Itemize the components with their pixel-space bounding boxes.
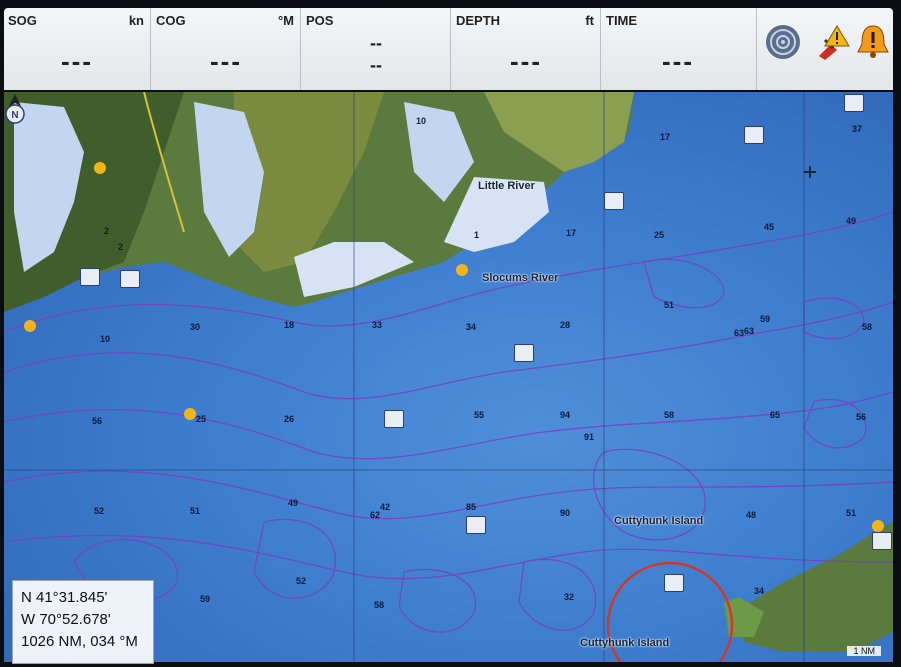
depth-sounding: 94: [560, 410, 571, 420]
svg-text:N: N: [11, 110, 18, 121]
pos-line1: --: [370, 33, 382, 53]
status-icons: [756, 8, 894, 90]
depth-sounding: 10: [100, 334, 111, 344]
depth-sounding: 34: [754, 586, 765, 596]
chart-symbol-marker[interactable]: [604, 192, 624, 210]
depth-value: ---: [510, 46, 542, 76]
chartplotter-screen: SOG kn --- COG °M --- POS -- -- DEPTH ft…: [0, 0, 901, 667]
chart-symbol-marker[interactable]: [120, 270, 140, 288]
anchorage-icon[interactable]: [184, 408, 196, 420]
depth-sounding: 34: [466, 322, 477, 332]
time-field[interactable]: TIME ---: [602, 8, 754, 90]
alarm-warning-icon[interactable]: [813, 22, 853, 62]
depth-sounding: 10: [416, 116, 427, 126]
depth-sounding: 90: [560, 508, 571, 518]
cog-unit: °M: [277, 13, 294, 28]
chart-symbol-marker[interactable]: [872, 532, 892, 550]
sog-label: SOG: [8, 13, 37, 28]
north-up-icon[interactable]: N: [4, 92, 26, 126]
depth-sounding: 63: [744, 326, 755, 336]
depth-sounding: 25: [196, 414, 207, 424]
depth-sounding: 49: [846, 216, 857, 226]
chart-symbol-marker[interactable]: [664, 574, 684, 592]
place-slocums-river[interactable]: Slocums River: [482, 272, 558, 284]
chart-symbol-marker[interactable]: [80, 268, 100, 286]
pos-line2: --: [370, 55, 382, 75]
anchorage-icon[interactable]: [872, 520, 884, 532]
depth-sounding: 52: [296, 576, 307, 586]
anchorage-icon[interactable]: [456, 264, 468, 276]
depth-sounding: 17: [566, 228, 577, 238]
depth-sounding: 59: [200, 594, 211, 604]
place-cuttyhunk-island-2[interactable]: Cuttyhunk Island: [580, 637, 669, 649]
place-little-river[interactable]: Little River: [478, 180, 535, 192]
pos-value: -- --: [302, 32, 450, 76]
depth-sounding: 42: [380, 502, 391, 512]
depth-sounding: 49: [288, 498, 299, 508]
cog-value: ---: [210, 46, 242, 76]
depth-sounding: 85: [466, 502, 477, 512]
depth-sounding: 18: [284, 320, 295, 330]
radar-icon[interactable]: [763, 22, 803, 62]
depth-sounding: 26: [284, 414, 295, 424]
chart-symbol-marker[interactable]: [514, 344, 534, 362]
anchorage-icon[interactable]: [24, 320, 36, 332]
cursor-longitude: W 70°52.678': [21, 611, 111, 628]
depth-sounding: 56: [856, 412, 867, 422]
sog-value: ---: [61, 46, 93, 76]
cursor-range-bearing: 1026 NM, 034 °M: [21, 633, 138, 650]
chart-symbol-marker[interactable]: [384, 410, 404, 428]
depth-sounding: 58: [664, 410, 675, 420]
depth-sounding: 51: [190, 506, 201, 516]
cog-field[interactable]: COG °M ---: [152, 8, 301, 90]
depth-sounding: 17: [660, 132, 671, 142]
scale-bar: 1 NM: [847, 646, 881, 656]
time-value: ---: [662, 46, 694, 76]
chart-symbol-marker[interactable]: [744, 126, 764, 144]
depth-label: DEPTH: [456, 13, 501, 28]
cog-label: COG: [156, 13, 186, 28]
depth-sounding: 58: [862, 322, 873, 332]
depth-sounding: 52: [94, 506, 105, 516]
data-bar: SOG kn --- COG °M --- POS -- -- DEPTH ft…: [4, 8, 893, 90]
chart-symbol-marker[interactable]: [844, 94, 864, 112]
depth-sounding: 2: [118, 242, 124, 252]
depth-sounding: 59: [760, 314, 771, 324]
chart-symbol-marker[interactable]: [466, 516, 486, 534]
pos-field[interactable]: POS -- --: [302, 8, 451, 90]
depth-sounding: 65: [770, 410, 781, 420]
depth-sounding: 32: [564, 592, 575, 602]
depth-sounding: 63: [734, 328, 745, 338]
depth-sounding: 28: [560, 320, 571, 330]
chart-map[interactable]: Little River Slocums River Cuttyhunk Isl…: [4, 92, 893, 662]
chart-graphics: [4, 92, 893, 662]
depth-unit: ft: [585, 13, 594, 28]
depth-sounding: 48: [746, 510, 757, 520]
alarm-bell-icon[interactable]: [853, 22, 893, 62]
sog-field[interactable]: SOG kn ---: [4, 8, 151, 90]
depth-sounding: 91: [584, 432, 595, 442]
depth-sounding: 30: [190, 322, 201, 332]
depth-sounding: 25: [654, 230, 665, 240]
depth-sounding: 2: [104, 226, 110, 236]
depth-field[interactable]: DEPTH ft ---: [452, 8, 601, 90]
depth-sounding: 45: [764, 222, 775, 232]
depth-sounding: 55: [474, 410, 485, 420]
depth-sounding: 33: [372, 320, 383, 330]
anchorage-icon[interactable]: [94, 162, 106, 174]
depth-sounding: 58: [374, 600, 385, 610]
pos-label: POS: [306, 13, 334, 28]
sog-unit: kn: [128, 13, 144, 28]
cursor-latitude: N 41°31.845': [21, 589, 108, 606]
depth-sounding: 62: [370, 510, 381, 520]
place-cuttyhunk-island-1[interactable]: Cuttyhunk Island: [614, 515, 703, 527]
depth-sounding: 51: [846, 508, 857, 518]
depth-sounding: 56: [92, 416, 103, 426]
depth-sounding: 1: [474, 230, 480, 240]
depth-sounding: 37: [852, 124, 863, 134]
cursor-position-panel[interactable]: N 41°31.845' W 70°52.678' 1026 NM, 034 °…: [12, 580, 154, 664]
time-label: TIME: [606, 13, 638, 28]
depth-sounding: 51: [664, 300, 675, 310]
